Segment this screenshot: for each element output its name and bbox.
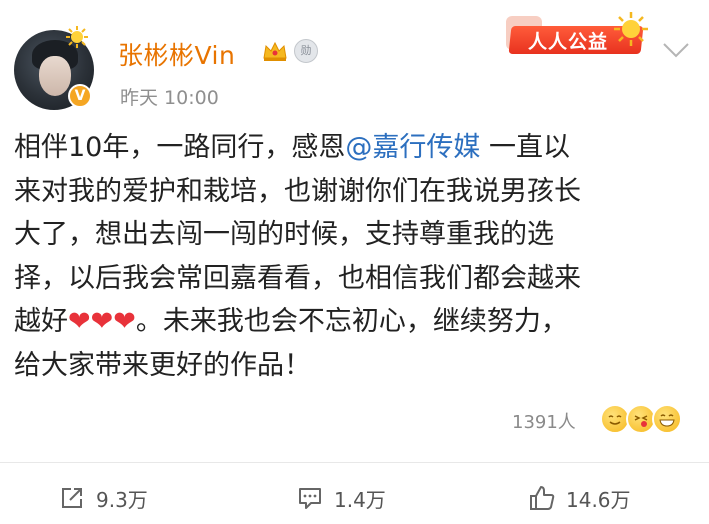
post-timestamp: 昨天 10:00 — [120, 87, 219, 109]
divider — [0, 462, 709, 463]
crown-icon[interactable] — [262, 40, 288, 62]
post-line: 越好❤❤❤。未来我也会不忘初心，继续努力， — [14, 300, 694, 344]
post-line: 给大家带来更好的作品！ — [14, 344, 694, 388]
post-text: 相伴10年，一路同行，感恩@嘉行传媒 一直以 来对我的爱护和栽培，也谢谢你们在我… — [14, 126, 694, 388]
heart-icon: ❤❤❤ — [68, 306, 136, 338]
post-text-segment: 相伴10年，一路同行，感恩 — [14, 132, 346, 163]
post-text-segment: 一直以 — [480, 132, 570, 163]
post-text-segment: 越好 — [14, 306, 68, 338]
repost-count: 9.3万 — [96, 487, 148, 512]
share-icon — [62, 488, 82, 508]
action-bar: 9.3万 1.4万 14.6万 — [0, 478, 709, 518]
post-line: 大了，想出去闯一闯的时候，支持尊重我的选 — [14, 213, 694, 257]
repost-button[interactable]: 9.3万 — [58, 478, 148, 518]
chevron-down-icon[interactable] — [662, 40, 690, 60]
post-line: 相伴10年，一路同行，感恩@嘉行传媒 一直以 — [14, 126, 694, 170]
sun-icon — [614, 12, 648, 46]
charity-badge-label: 人人公益 — [528, 31, 609, 53]
medal-icon[interactable]: 勋 — [294, 39, 318, 63]
comment-count: 1.4万 — [334, 487, 386, 512]
comment-button[interactable]: 1.4万 — [296, 478, 386, 518]
post-line: 择，以后我会常回嘉看看，也相信我们都会越来 — [14, 257, 694, 301]
post-line: 来对我的爱护和栽培，也谢谢你们在我说男孩长 — [14, 170, 694, 214]
comment-icon — [299, 488, 321, 509]
like-button[interactable]: 14.6万 — [528, 478, 631, 518]
reaction-emojis[interactable] — [600, 402, 690, 436]
like-count: 14.6万 — [566, 487, 631, 512]
grin-face-icon — [652, 404, 682, 434]
post-text-segment: 。未来我也会不忘初心，继续努力， — [135, 306, 568, 338]
thumbs-up-icon — [530, 486, 555, 510]
verified-badge-icon: V — [68, 84, 92, 108]
post-text-segment: 择，以后我会常回嘉看看，也相信我们都会越来 — [14, 262, 581, 294]
mention-link[interactable]: @嘉行传媒 — [345, 132, 480, 163]
sun-icon — [66, 26, 88, 48]
reaction-count[interactable]: 1391人 — [512, 408, 576, 434]
post-text-segment: 来对我的爱护和栽培，也谢谢你们在我说男孩长 — [14, 175, 581, 207]
post-text-segment: 大了，想出去闯一闯的时候，支持尊重我的选 — [14, 219, 554, 251]
charity-badge[interactable]: 人人公益 — [504, 12, 652, 56]
username[interactable]: 张彬彬Vin — [118, 36, 235, 72]
post-text-segment: 给大家带来更好的作品！ — [14, 349, 311, 381]
user-badges: 勋 — [262, 39, 318, 63]
